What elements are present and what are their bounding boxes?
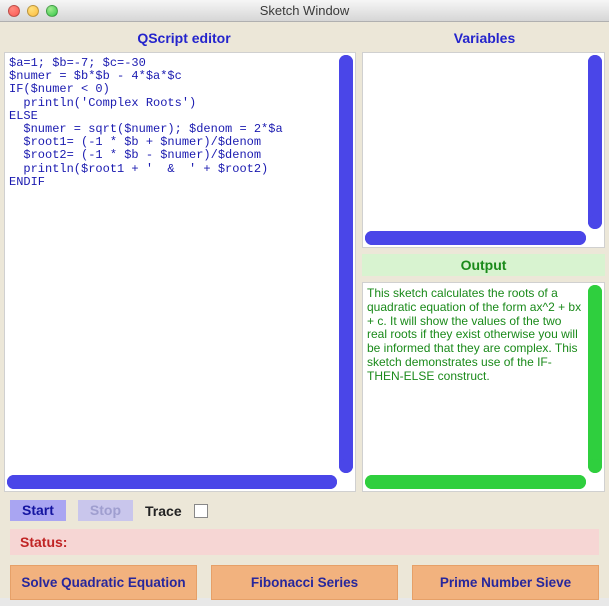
example-buttons: Solve Quadratic Equation Fibonacci Serie… [4,559,605,606]
variables-header: Variables [364,26,605,52]
output-panel: This sketch calculates the roots of a qu… [362,282,605,492]
output-vscroll[interactable] [588,285,602,473]
status-bar: Status: [10,529,599,555]
code-editor[interactable]: $a=1; $b=-7; $c=-30 $numer = $b*$b - 4*$… [5,53,339,475]
output-header: Output [362,254,605,276]
variables-hscroll[interactable] [365,231,586,245]
output-hscroll[interactable] [365,475,586,489]
titlebar: Sketch Window [0,0,609,22]
status-label: Status: [20,534,67,550]
output-text: This sketch calculates the roots of a qu… [363,283,588,475]
trace-checkbox[interactable] [194,504,208,518]
trace-label: Trace [145,503,182,519]
app-body: QScript editor Variables $a=1; $b=-7; $c… [0,22,609,598]
editor-panel: $a=1; $b=-7; $c=-30 $numer = $b*$b - 4*$… [4,52,356,492]
stop-button[interactable]: Stop [78,500,133,521]
variables-vscroll[interactable] [588,55,602,229]
example-quadratic[interactable]: Solve Quadratic Equation [10,565,197,600]
start-button[interactable]: Start [10,500,66,521]
example-primes[interactable]: Prime Number Sieve [412,565,599,600]
variables-panel [362,52,605,248]
example-fibonacci[interactable]: Fibonacci Series [211,565,398,600]
editor-vscroll[interactable] [339,55,353,473]
editor-hscroll[interactable] [7,475,337,489]
editor-header: QScript editor [4,26,364,52]
window-title: Sketch Window [0,3,609,18]
controls-row: Start Stop Trace [4,492,605,525]
